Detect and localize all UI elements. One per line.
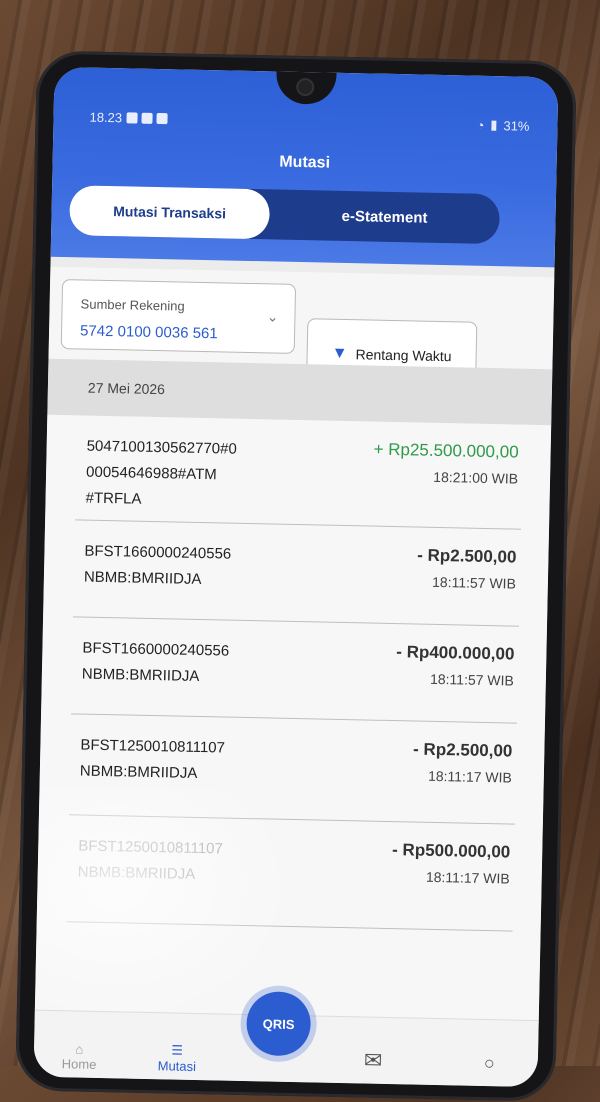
profile-icon[interactable]: ○ [484, 1053, 495, 1074]
source-account-label: Sumber Rekening [80, 296, 185, 314]
transaction-description: BFST1250010811107 NBMB:BMRIIDJA [79, 736, 226, 782]
filter-icon: ▼ [331, 344, 348, 363]
transaction-description: BFST1250010811107 NBMB:BMRIIDJA [77, 837, 224, 883]
transaction-row[interactable]: BFST1250010811107 NBMB:BMRIIDJA - Rp2.50… [68, 714, 517, 825]
transaction-amount: - Rp2.500,00 [412, 739, 513, 761]
transaction-time: 18:11:57 WIB [431, 573, 517, 592]
transaction-time: 18:21:00 WIB [433, 468, 519, 487]
status-time: 18.23 [89, 109, 123, 125]
tab-mutasi-transaksi[interactable]: Mutasi Transaksi [69, 185, 271, 240]
transaction-time: 18:11:17 WIB [425, 868, 510, 887]
nav-mutasi-label: Mutasi [157, 1058, 197, 1075]
transaction-list: 5047100130562770#0 00054646988#ATM #TRFL… [34, 414, 552, 1026]
notification-icon [125, 111, 138, 124]
phone-screen: 18.23 ◔ ▮ 31% Mutasi Mutasi Transaksi e-… [33, 66, 559, 1088]
nav-home[interactable]: ⌂ Home [61, 1041, 97, 1072]
transaction-description: BFST1660000240556 NBMB:BMRIIDJA [83, 542, 232, 589]
transaction-row[interactable]: 5047100130562770#0 00054646988#ATM #TRFL… [75, 415, 524, 530]
battery-icon: ▮ [490, 116, 498, 133]
list-icon: ☰ [171, 1042, 184, 1058]
transaction-amount: - Rp2.500,00 [417, 545, 517, 567]
date-header: 27 Mei 2026 [47, 358, 553, 426]
nav-home-label: Home [61, 1056, 97, 1072]
transaction-description: BFST1660000240556 NBMB:BMRIIDJA [81, 639, 230, 685]
time-range-label: Rentang Waktu [355, 346, 452, 365]
filter-bar: Sumber Rekening 5742 0100 0036 561 ⌄ ▼ R… [48, 266, 555, 392]
page-title: Mutasi [279, 153, 331, 172]
transaction-row[interactable]: BFST1250010811107 NBMB:BMRIIDJA - Rp500.… [66, 815, 515, 932]
date-label: 27 Mei 2026 [87, 379, 166, 398]
transaction-row[interactable]: BFST1660000240556 NBMB:BMRIIDJA - Rp2.50… [73, 520, 522, 627]
qris-label: QRIS [262, 1015, 295, 1032]
battery-level: 31% [503, 117, 530, 134]
nav-mutasi[interactable]: ☰ Mutasi [158, 1042, 197, 1074]
tab-bar: Mutasi Transaksi e-Statement [69, 185, 501, 245]
phone-frame: 18.23 ◔ ▮ 31% Mutasi Mutasi Transaksi e-… [15, 50, 577, 1102]
transaction-description: 5047100130562770#0 00054646988#ATM #TRFL… [85, 437, 237, 508]
mail-icon[interactable]: ✉ [364, 1048, 383, 1074]
status-bar: 18.23 ◔ ▮ 31% [89, 108, 529, 135]
transaction-time: 18:11:17 WIB [427, 767, 512, 786]
notification-icon [155, 112, 168, 124]
wifi-icon: ◔ [476, 117, 485, 133]
chevron-down-icon: ⌄ [266, 308, 279, 325]
home-icon: ⌂ [75, 1041, 84, 1057]
source-account-dropdown[interactable]: Sumber Rekening 5742 0100 0036 561 ⌄ [60, 279, 297, 354]
notification-icon [140, 112, 153, 124]
source-account-value: 5742 0100 0036 561 [79, 322, 218, 343]
transaction-amount: - Rp400.000,00 [396, 642, 515, 664]
tab-e-statement[interactable]: e-Statement [269, 189, 500, 244]
transaction-amount: + Rp25.500.000,00 [373, 439, 519, 462]
transaction-amount: - Rp500.000,00 [391, 840, 511, 862]
transaction-time: 18:11:57 WIB [429, 670, 515, 689]
transaction-row[interactable]: BFST1660000240556 NBMB:BMRIIDJA - Rp400.… [71, 617, 519, 724]
